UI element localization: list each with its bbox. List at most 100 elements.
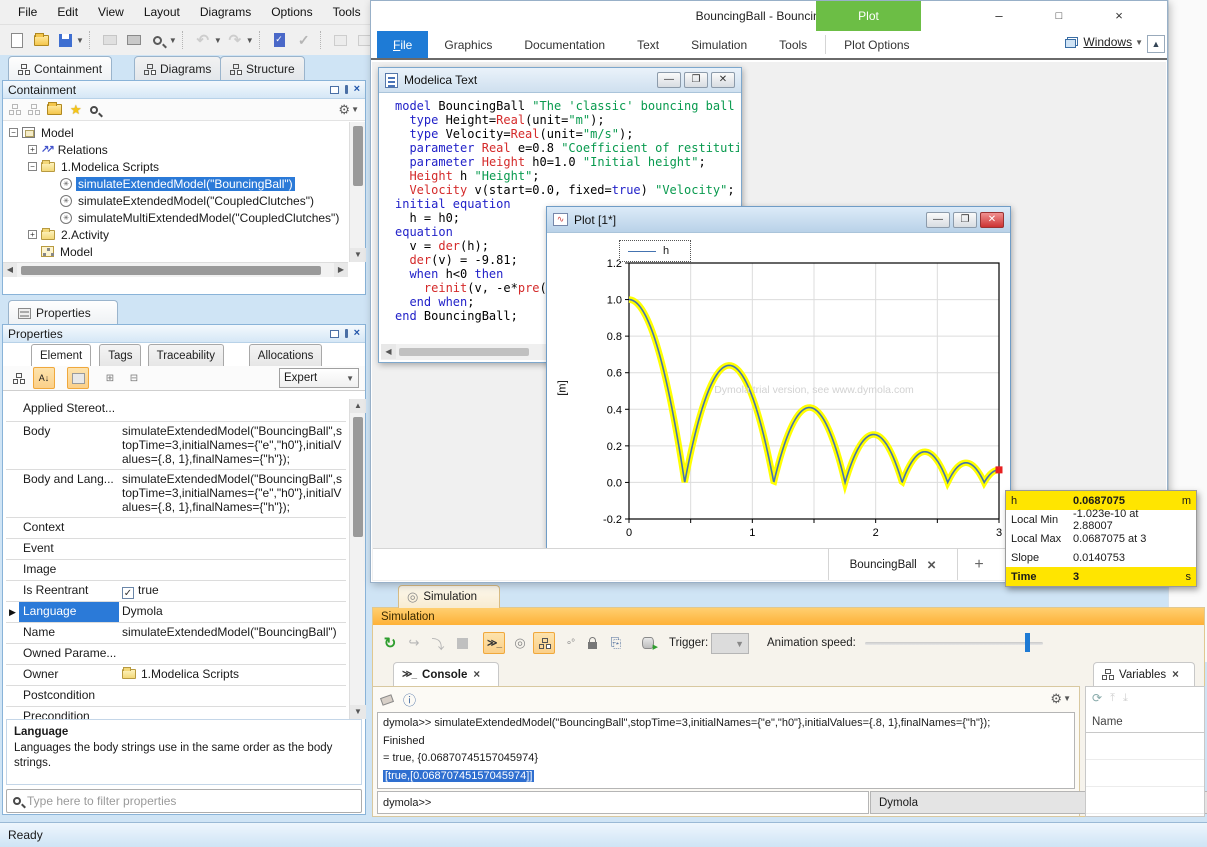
properties-vscrollbar[interactable]: ▲ ▼ <box>349 399 365 719</box>
trigger-select[interactable]: ▼ <box>711 633 749 654</box>
tree-item[interactable]: ✳simulateExtendedModel("CoupledClutches"… <box>47 192 316 209</box>
tree-item[interactable]: +2.Activity <box>28 226 111 243</box>
property-value[interactable]: Dymola <box>119 602 346 622</box>
document-tab-bouncingball[interactable]: BouncingBall ✕ <box>828 549 958 580</box>
close-icon[interactable]: ✕ <box>927 558 937 572</box>
paste-special-icon[interactable] <box>269 29 291 51</box>
property-value[interactable] <box>119 686 346 706</box>
scroll-down-icon[interactable]: ▼ <box>350 705 366 719</box>
tree-item[interactable]: ✳simulateExtendedModel("BouncingBall") <box>47 175 295 192</box>
close-icon[interactable]: × <box>354 84 360 95</box>
close-icon[interactable]: × <box>1172 669 1179 681</box>
collapse-ribbon-icon[interactable]: ▲ <box>1147 35 1165 53</box>
import-icon[interactable]: ⤒ <box>1110 692 1115 705</box>
animation-speed-slider[interactable] <box>865 642 1043 645</box>
database-run-icon[interactable] <box>637 632 659 654</box>
ribbon-tab-documentation[interactable]: Documentation <box>508 31 621 58</box>
property-value[interactable]: 1.Modelica Scripts <box>119 665 346 685</box>
minimize-icon[interactable]: — <box>926 212 950 228</box>
tree-item[interactable]: +↗↗Relations <box>28 141 110 158</box>
show-description-icon[interactable] <box>67 367 89 389</box>
ribbon-tab-file[interactable]: File <box>377 31 428 58</box>
close-icon[interactable]: × <box>354 328 360 339</box>
property-row[interactable]: Body and Lang...simulateExtendedModel("B… <box>6 470 346 518</box>
menu-item-file[interactable]: File <box>8 2 47 22</box>
subtab-tags[interactable]: Tags <box>99 344 141 366</box>
property-value[interactable] <box>119 399 346 421</box>
console-output[interactable]: dymola>> simulateExtendedModel("Bouncing… <box>377 712 1075 789</box>
gear-dropdown-arrow[interactable]: ▼ <box>351 105 359 114</box>
favorites-star-icon[interactable]: ★ <box>70 103 82 116</box>
open-icon[interactable] <box>30 29 52 51</box>
validate-icon[interactable]: ✓ <box>293 29 315 51</box>
info-icon[interactable]: ⓘ <box>403 694 416 707</box>
lock-icon[interactable] <box>581 632 603 654</box>
scroll-right-icon[interactable]: ▶ <box>334 263 348 277</box>
export-icon[interactable]: ⤓ <box>1123 692 1128 705</box>
plot-canvas[interactable]: 0123-0.20.00.20.40.60.81.01.2 h [m] Dymo… <box>549 234 1008 548</box>
gear-dropdown-arrow[interactable]: ▼ <box>1063 694 1071 703</box>
property-row[interactable]: ▶LanguageDymola <box>6 602 346 623</box>
tree-item[interactable]: −1.Modelica Scripts <box>28 158 161 175</box>
step-into-icon[interactable]: ↪ <box>403 632 425 654</box>
ribbon-tab-text[interactable]: Text <box>621 31 675 58</box>
console-input[interactable]: dymola>> <box>377 791 869 814</box>
close-icon[interactable]: × <box>1099 6 1139 26</box>
print-preview-icon[interactable] <box>123 29 145 51</box>
plot-window-titlebar[interactable]: ∿ Plot [1*] — ❐ ✕ <box>547 207 1010 233</box>
variables-name-column[interactable]: Name <box>1086 709 1204 733</box>
window-back-icon[interactable] <box>330 29 352 51</box>
menu-item-edit[interactable]: Edit <box>47 2 88 22</box>
subtab-allocations[interactable]: Allocations <box>249 344 323 366</box>
minimize-icon[interactable]: – <box>979 6 1019 26</box>
scroll-left-icon[interactable]: ◀ <box>3 263 17 277</box>
property-row[interactable]: Context <box>6 518 346 539</box>
pin-icon[interactable] <box>345 85 348 94</box>
dymola-plot-mode-tab[interactable]: Plot <box>816 1 921 31</box>
properties-filter-input[interactable] <box>27 794 355 808</box>
search-icon[interactable] <box>90 106 98 114</box>
collapse-selected-icon[interactable] <box>28 104 39 115</box>
print-icon[interactable] <box>99 29 121 51</box>
float-window-icon[interactable] <box>330 86 339 94</box>
tree-vscrollbar[interactable]: ▼ <box>349 122 365 262</box>
breakpoints-icon[interactable]: ∘° <box>559 632 581 654</box>
save-icon[interactable] <box>54 29 76 51</box>
categorized-view-icon[interactable] <box>7 367 29 389</box>
property-value[interactable]: simulateExtendedModel("BouncingBall",sto… <box>119 470 346 517</box>
expand-nodes-icon[interactable]: ⊞ <box>99 367 121 389</box>
tree-expander-icon[interactable]: + <box>28 145 37 154</box>
tab-console[interactable]: ≫_ Console × <box>393 662 499 686</box>
run-icon[interactable]: ↻ <box>379 632 401 654</box>
console-toggle-icon[interactable]: ≫_ <box>483 632 505 654</box>
step-over-icon[interactable]: ⤵ <box>427 632 449 654</box>
eraser-icon[interactable] <box>380 694 394 706</box>
property-value[interactable]: simulateExtendedModel("BouncingBall") <box>119 623 346 643</box>
console-selected-text[interactable]: [true,[0.06870745157045974]] <box>383 770 534 782</box>
property-value[interactable] <box>119 644 346 664</box>
property-row[interactable]: Owner1.Modelica Scripts <box>6 665 346 686</box>
refresh-icon[interactable]: ⟳ <box>1092 691 1102 705</box>
properties-mode-select[interactable]: Expert ▼ <box>279 368 359 388</box>
tab-diagrams[interactable]: Diagrams <box>134 56 221 81</box>
checkbox-icon[interactable]: ✓ <box>122 587 134 599</box>
close-icon[interactable]: ✕ <box>711 72 735 88</box>
property-row[interactable]: Owned Parame... <box>6 644 346 665</box>
tree-hscrollbar[interactable]: ◀ ▶ <box>3 262 348 277</box>
maximize-icon[interactable]: □ <box>1039 6 1079 26</box>
property-row[interactable]: Applied Stereot... <box>6 399 346 422</box>
export-window-icon[interactable]: ⎘ <box>605 632 627 654</box>
dymola-titlebar[interactable]: BouncingBall - BouncingBall Plot – □ × <box>371 1 1167 31</box>
property-row[interactable]: BodysimulateExtendedModel("BouncingBall"… <box>6 422 346 470</box>
property-value[interactable] <box>119 518 346 538</box>
property-row[interactable]: Is Reentrant✓true <box>6 581 346 602</box>
scroll-down-icon[interactable]: ▼ <box>350 248 366 262</box>
close-icon[interactable]: × <box>473 669 480 681</box>
undo-icon[interactable]: ↶ <box>192 29 214 51</box>
plot-legend[interactable]: h <box>619 240 691 262</box>
menu-item-diagrams[interactable]: Diagrams <box>190 2 261 22</box>
collapse-nodes-icon[interactable]: ⊟ <box>123 367 145 389</box>
pin-icon[interactable] <box>345 329 348 338</box>
tree-expander-icon[interactable]: − <box>9 128 18 137</box>
open-in-new-tree-icon[interactable] <box>47 104 62 115</box>
